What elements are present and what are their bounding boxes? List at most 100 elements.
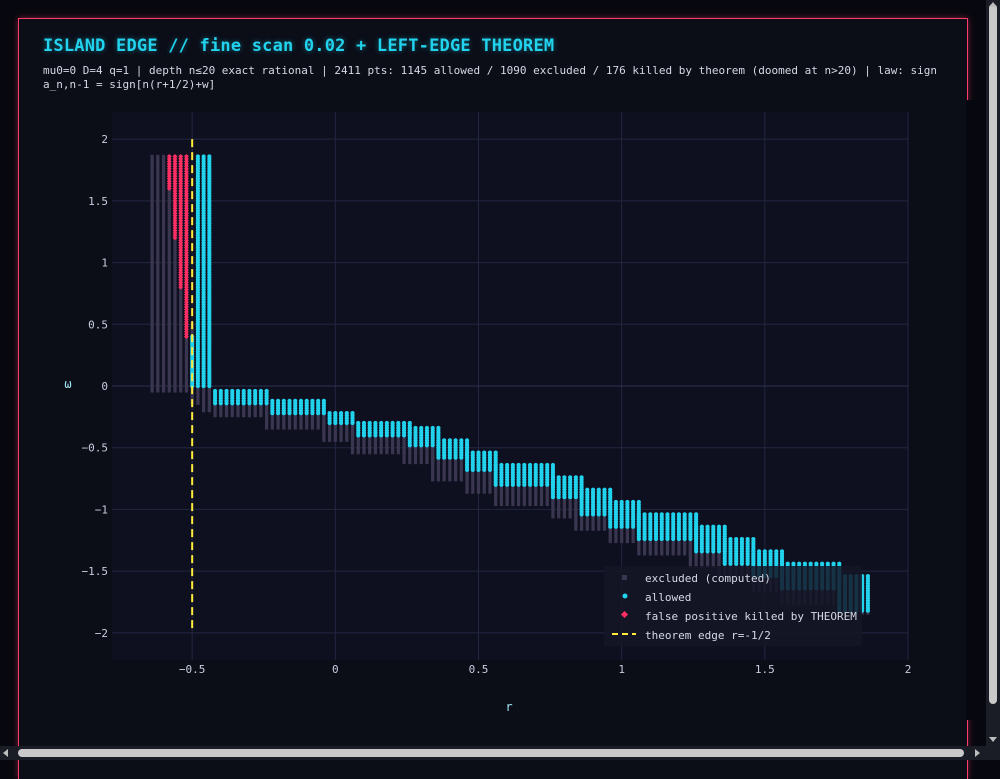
- horizontal-scroll-thumb[interactable]: [18, 749, 964, 757]
- allowed-point: [195, 154, 200, 159]
- allowed-point: [694, 524, 699, 529]
- allowed-point: [722, 536, 727, 542]
- allowed-point: [235, 388, 241, 394]
- allowed-point: [808, 561, 813, 566]
- scatter-chart[interactable]: −0.5 0 0.5 1 1.5 2 −2 −1.5 −1 −0.5 0 0.5 1 1.5 2 r ω e…: [0, 0, 1000, 760]
- excluded-point: [402, 443, 406, 447]
- allowed-point: [745, 536, 750, 542]
- allowed-point: [281, 398, 286, 403]
- allowed-point: [453, 438, 458, 443]
- x-axis-label: r: [505, 700, 512, 714]
- excluded-point: [350, 431, 355, 435]
- allowed-point: [533, 462, 538, 468]
- excluded-point: [161, 154, 166, 159]
- allowed-point: [298, 398, 304, 403]
- y-tick-label: 0.5: [88, 318, 108, 331]
- scroll-down-icon[interactable]: [989, 737, 997, 742]
- allowed-point: [545, 462, 550, 468]
- x-tick-label: 2: [905, 663, 912, 676]
- excluded-point: [431, 453, 435, 457]
- allowed-point: [464, 450, 470, 455]
- excluded-point: [156, 154, 160, 159]
- allowed-point: [608, 487, 613, 492]
- allowed-point: [688, 512, 693, 517]
- allowed-point: [253, 388, 258, 394]
- allowed-point: [321, 398, 326, 403]
- x-tick-label: 0: [332, 663, 339, 676]
- y-tick-label: −1: [95, 503, 108, 516]
- allowed-point: [510, 462, 515, 468]
- allowed-point: [379, 420, 384, 426]
- x-tick-label: 1.5: [755, 663, 775, 676]
- allowed-point: [865, 573, 871, 579]
- allowed-point: [734, 536, 739, 542]
- allowed-point: [373, 420, 378, 426]
- y-tick-label: −1.5: [82, 565, 109, 578]
- allowed-point: [505, 462, 510, 468]
- allowed-point: [550, 475, 556, 480]
- allowed-point: [327, 411, 332, 416]
- allowed-point: [316, 398, 321, 403]
- horizontal-scrollbar[interactable]: [0, 746, 986, 760]
- allowed-point: [275, 398, 281, 403]
- allowed-point: [791, 561, 796, 566]
- allowed-point: [264, 388, 269, 394]
- allowed-point: [436, 425, 441, 431]
- allowed-point: [694, 512, 699, 517]
- x-tick-label: 0.5: [469, 663, 489, 676]
- excluded-point: [322, 421, 326, 425]
- x-tick-label: −0.5: [179, 663, 206, 676]
- scroll-left-icon[interactable]: [3, 749, 8, 757]
- allowed-point: [550, 462, 556, 468]
- allowed-point: [241, 388, 246, 394]
- allowed-point: [493, 462, 498, 468]
- allowed-point: [407, 420, 412, 426]
- allowed-point: [682, 512, 687, 517]
- allowed-point: [779, 561, 785, 566]
- allowed-point: [602, 487, 607, 492]
- allowed-point: [642, 512, 647, 517]
- allowed-point: [722, 524, 727, 529]
- allowed-point: [218, 388, 223, 394]
- vertical-scrollbar[interactable]: [986, 0, 1000, 746]
- allowed-point: [751, 536, 756, 542]
- legend[interactable]: excluded (computed) allowed false positi…: [604, 566, 862, 646]
- allowed-point: [665, 512, 670, 517]
- allowed-point: [608, 499, 613, 505]
- y-tick-label: 2: [101, 133, 108, 146]
- allowed-point: [619, 499, 624, 505]
- allowed-point: [401, 420, 407, 426]
- allowed-point: [802, 561, 808, 566]
- scrollbar-corner: [986, 746, 1000, 760]
- legend-label-killed: false positive killed by THEOREM: [645, 610, 857, 623]
- allowed-point: [333, 411, 338, 416]
- allowed-point: [768, 549, 773, 554]
- allowed-point: [447, 438, 452, 443]
- allowed-point: [831, 561, 836, 566]
- y-tick-label: 1.5: [88, 195, 108, 208]
- legend-label-excluded: excluded (computed): [645, 572, 771, 585]
- allowed-point: [430, 425, 435, 431]
- legend-label-allowed: allowed: [645, 591, 691, 604]
- allowed-point: [367, 420, 372, 426]
- allowed-point: [442, 438, 447, 443]
- allowed-point: [762, 549, 767, 554]
- scroll-up-icon[interactable]: [989, 2, 997, 7]
- scroll-right-icon[interactable]: [975, 749, 980, 757]
- allowed-point: [287, 398, 292, 403]
- allowed-point: [476, 450, 481, 455]
- allowed-point: [224, 388, 229, 394]
- allowed-point: [356, 420, 361, 426]
- allowed-point: [459, 438, 464, 443]
- legend-swatch-excluded: [622, 575, 627, 580]
- vertical-scroll-thumb[interactable]: [989, 4, 997, 704]
- allowed-point: [562, 475, 567, 480]
- y-tick-label: 1: [101, 257, 108, 270]
- allowed-point: [350, 411, 355, 416]
- allowed-point: [613, 499, 619, 505]
- allowed-point: [820, 561, 825, 566]
- allowed-point: [516, 462, 521, 468]
- allowed-point: [585, 487, 590, 492]
- allowed-point: [539, 462, 544, 468]
- allowed-point: [596, 487, 601, 492]
